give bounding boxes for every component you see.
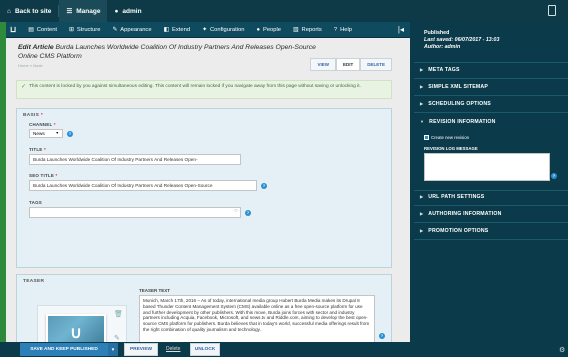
page-title: Edit Article Burda Launches Worldwide Co… [18, 44, 316, 60]
content-icon: ▤ [28, 26, 34, 33]
title-input[interactable]: Burda Launches Worldwide Coalition Of In… [29, 154, 241, 165]
edit-icon[interactable]: ✎ [114, 334, 120, 342]
menu-item-appearance[interactable]: ✎ Appearance [106, 22, 157, 38]
create-revision-checkbox[interactable]: Create new revision [424, 135, 469, 140]
user-tab[interactable]: ● admin [107, 0, 148, 22]
caret-right-icon: ▶ [420, 211, 424, 216]
revision-log-label: REVISION LOG MESSAGE [424, 146, 478, 151]
menu-item-help[interactable]: ? Help [328, 22, 358, 38]
help-icon[interactable]: ? [245, 210, 251, 216]
title-label: TITLE * [29, 147, 46, 152]
divider [414, 78, 568, 79]
gear-icon[interactable]: ⚙ [559, 346, 565, 354]
menu-item-structure[interactable]: ⊞ Structure [63, 22, 106, 38]
tab-edit[interactable]: EDIT [335, 58, 361, 71]
caret-right-icon: ▶ [420, 101, 424, 106]
brush-icon: ✎ [112, 26, 118, 33]
caret-down-icon: ▼ [420, 119, 425, 124]
teaser-image[interactable]: ∪ [46, 314, 106, 342]
sidebar: Published Last saved: 06/07/2017 - 13:03… [410, 22, 568, 342]
structure-icon: ⊞ [69, 26, 74, 33]
checkbox-icon [424, 135, 429, 140]
accordion-url-path[interactable]: ▶ URL PATH SETTINGS [420, 194, 566, 200]
device-icon[interactable] [548, 5, 556, 16]
puzzle-icon: ◧ [163, 26, 170, 33]
divider [414, 190, 568, 191]
help-icon[interactable]: ? [67, 131, 73, 137]
admin-menu: ⊔ ▤ Content ⊞ Structure ✎ Appearance ◧ Exten… [0, 22, 410, 38]
divider [414, 239, 568, 240]
admin-toolbar: ⌂ Back to site ☰ Manage ● admin [0, 0, 568, 22]
divider [414, 62, 568, 63]
save-dropdown-toggle[interactable]: ▼ [108, 343, 118, 356]
user-icon: ● [114, 7, 119, 15]
menu-item-people[interactable]: ● People [250, 22, 287, 38]
unlock-button[interactable]: UNLOCK [190, 343, 220, 356]
basis-panel: BASIS * CHANNEL * News ▼ ? TITLE * Burda… [16, 108, 392, 268]
help-icon[interactable]: ? [261, 183, 267, 189]
accordion-authoring[interactable]: ▶ AUTHORING INFORMATION [420, 211, 566, 217]
chart-icon: ▥ [293, 26, 299, 33]
meta-status: Published Last saved: 06/07/2017 - 13:03… [424, 30, 500, 50]
accordion-promotion[interactable]: ▶ PROMOTION OPTIONS [420, 228, 566, 234]
accordion-scheduling[interactable]: ▶ SCHEDULING OPTIONS [420, 101, 566, 107]
page-tabs: VIEW EDIT DELETE [310, 58, 392, 71]
teaser-text-label: TEASER TEXT [139, 288, 171, 293]
menu-item-content[interactable]: ▤ Content [22, 22, 63, 38]
home-icon: ⌂ [7, 7, 11, 15]
channel-select[interactable]: News ▼ [29, 129, 63, 138]
teaser-panel: TEASER ∪ 🗑 ✎ TEASER TEXT Munich, March 1… [16, 274, 392, 342]
manage-tab[interactable]: ☰ Manage [59, 0, 108, 22]
wrench-icon: ✦ [202, 26, 207, 33]
lock-notice: ✓ This content is locked by you against … [16, 80, 392, 99]
tab-delete[interactable]: DELETE [360, 58, 392, 71]
revision-log-textarea[interactable] [424, 153, 550, 181]
menu-item-reports[interactable]: ▥ Reports [287, 22, 328, 38]
channel-label: CHANNEL * [29, 122, 56, 127]
autocomplete-icon: ○ [234, 208, 238, 214]
divider [414, 112, 568, 113]
accordion-meta-tags[interactable]: ▶ META TAGS [420, 67, 566, 73]
caret-right-icon: ▶ [420, 84, 424, 89]
accordion-revision[interactable]: ▼ REVISION INFORMATION [420, 119, 566, 125]
menu-item-configuration[interactable]: ✦ Configuration [196, 22, 250, 38]
seo-title-label: SEO TITLE * [29, 173, 58, 178]
main-content: Edit Article Burda Launches Worldwide Co… [6, 38, 410, 342]
menu-icon: ☰ [66, 8, 73, 15]
help-icon[interactable]: ? [379, 333, 385, 339]
chevron-down-icon: ▼ [110, 347, 116, 352]
seo-title-input[interactable]: Burda Launches Worldwide Coalition Of In… [29, 180, 257, 191]
help-icon: ? [333, 26, 338, 33]
menu-item-extend[interactable]: ◧ Extend [158, 22, 197, 38]
divider [414, 205, 568, 206]
teaser-image-widget: ∪ 🗑 ✎ [37, 305, 127, 342]
teaser-text-area[interactable]: Munich, March 17th, 2016 – As of today, … [139, 295, 375, 342]
save-button[interactable]: SAVE AND KEEP PUBLISHED [20, 343, 108, 356]
caret-right-icon: ▶ [420, 67, 424, 72]
divider [414, 222, 568, 223]
teaser-heading: TEASER [23, 279, 45, 284]
help-icon[interactable]: ? [551, 173, 557, 179]
accordion-xml-sitemap[interactable]: ▶ SIMPLE XML SITEMAP [420, 84, 566, 90]
caret-right-icon: ▶ [420, 194, 424, 199]
collapse-menu-icon[interactable]: |◂ [398, 25, 404, 34]
preview-button[interactable]: PREVIEW [124, 343, 158, 356]
divider [414, 95, 568, 96]
tags-label: TAGS [29, 200, 42, 205]
people-icon: ● [256, 26, 260, 33]
caret-right-icon: ▶ [420, 228, 424, 233]
trash-icon[interactable]: 🗑 [114, 310, 123, 318]
delete-link[interactable]: Delete [166, 346, 180, 352]
basis-heading: BASIS * [23, 113, 43, 118]
check-icon: ✓ [21, 84, 27, 90]
tab-view[interactable]: VIEW [310, 58, 336, 71]
tags-input[interactable] [29, 207, 241, 218]
back-to-site-link[interactable]: ⌂ Back to site [0, 0, 58, 22]
